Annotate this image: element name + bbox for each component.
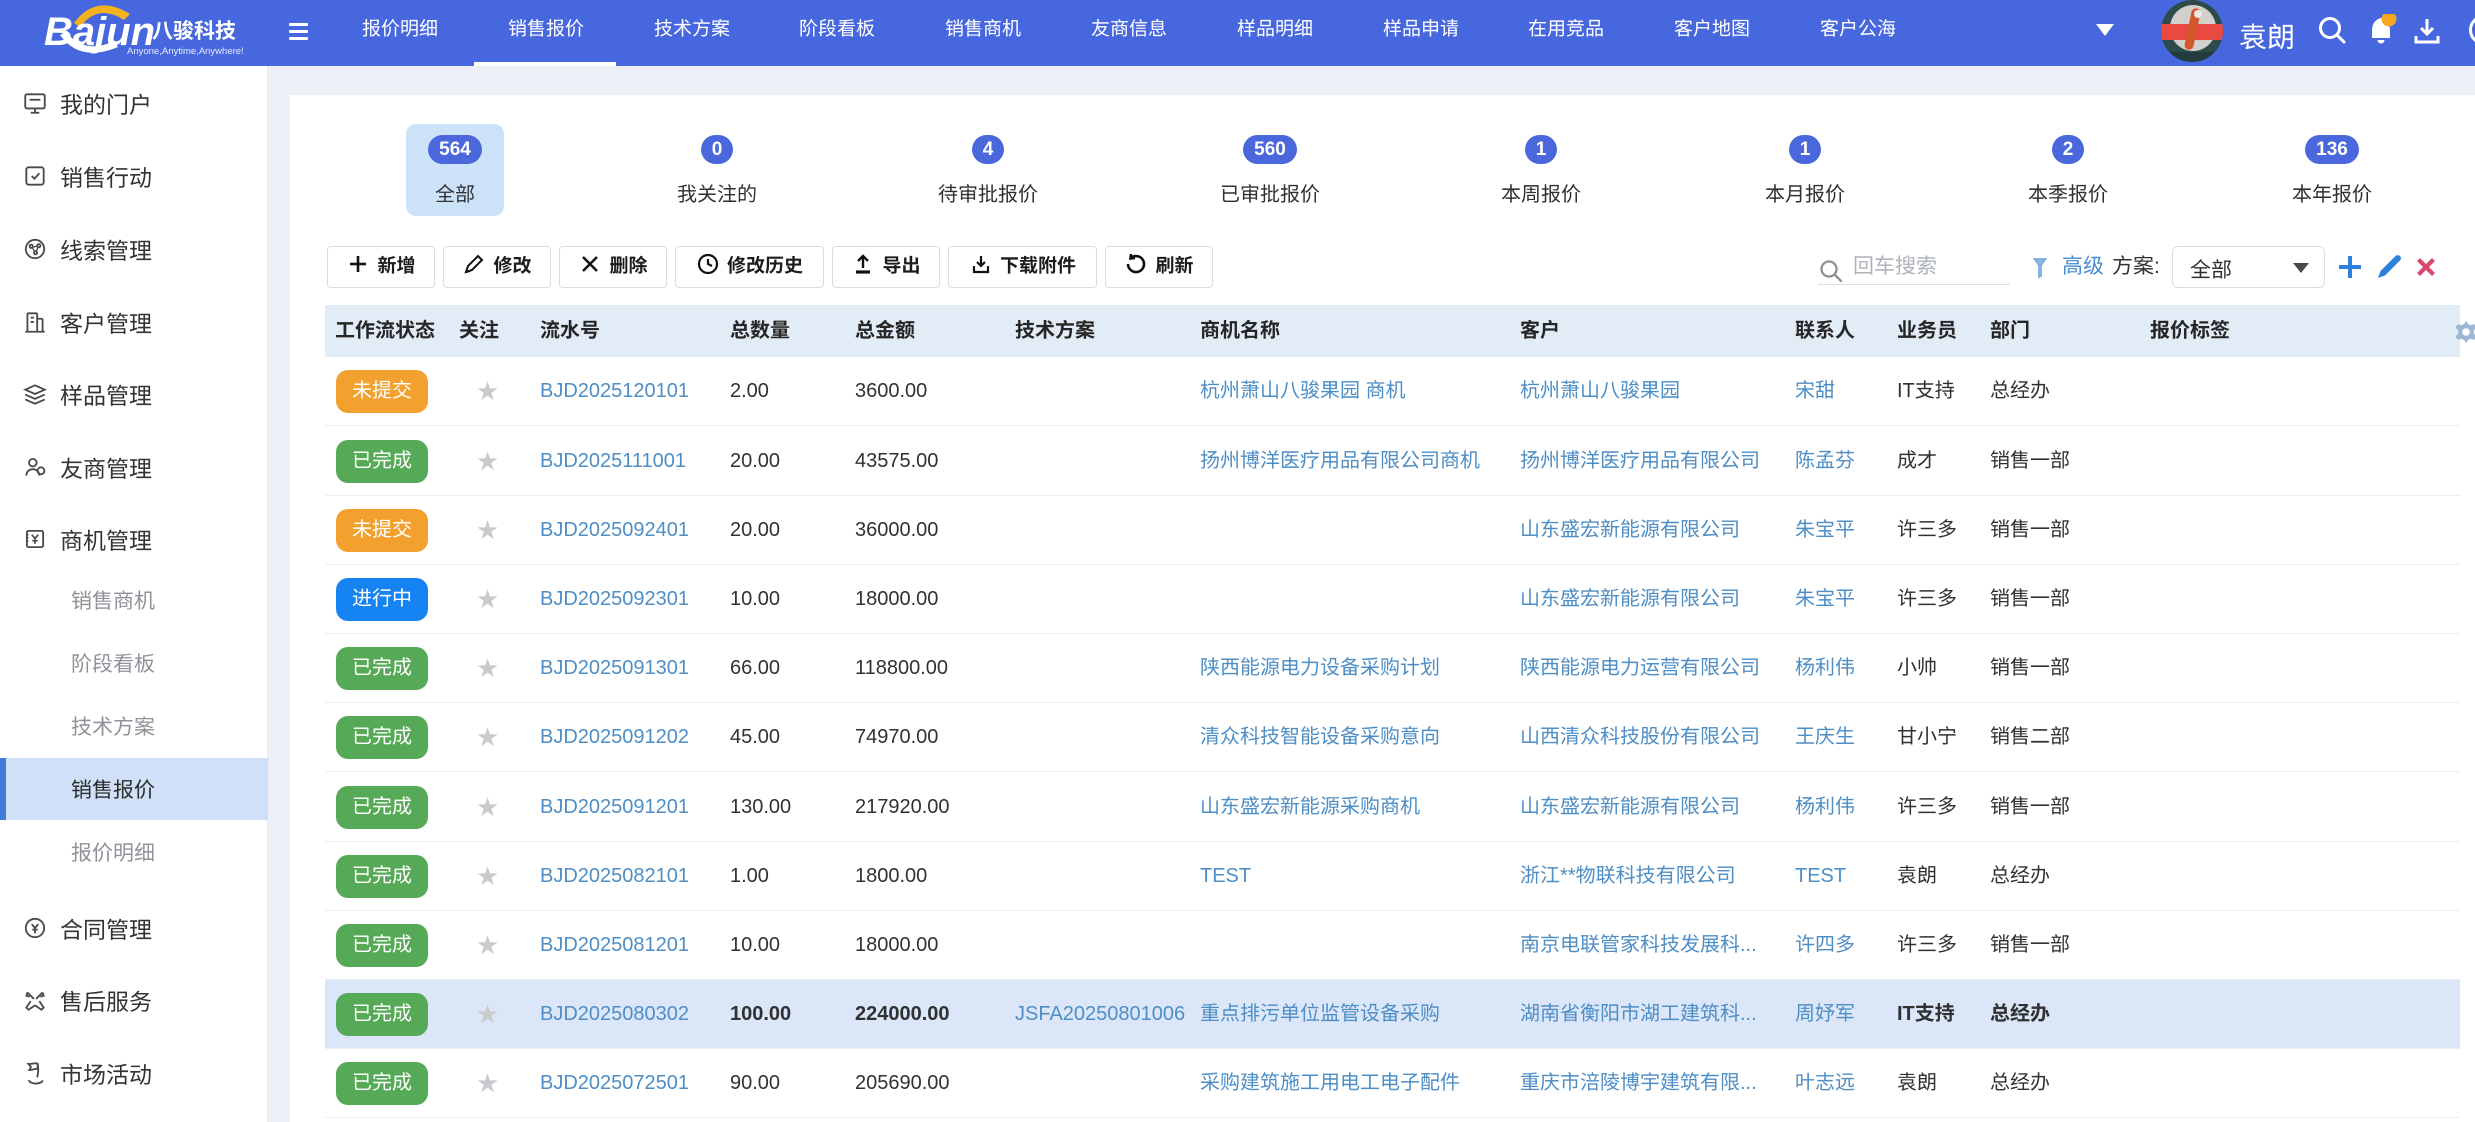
svg-text:八骏科技: 八骏科技 — [152, 15, 236, 45]
svg-text:Anyone,Anytime,Anywhere!: Anyone,Anytime,Anywhere! — [127, 46, 244, 57]
